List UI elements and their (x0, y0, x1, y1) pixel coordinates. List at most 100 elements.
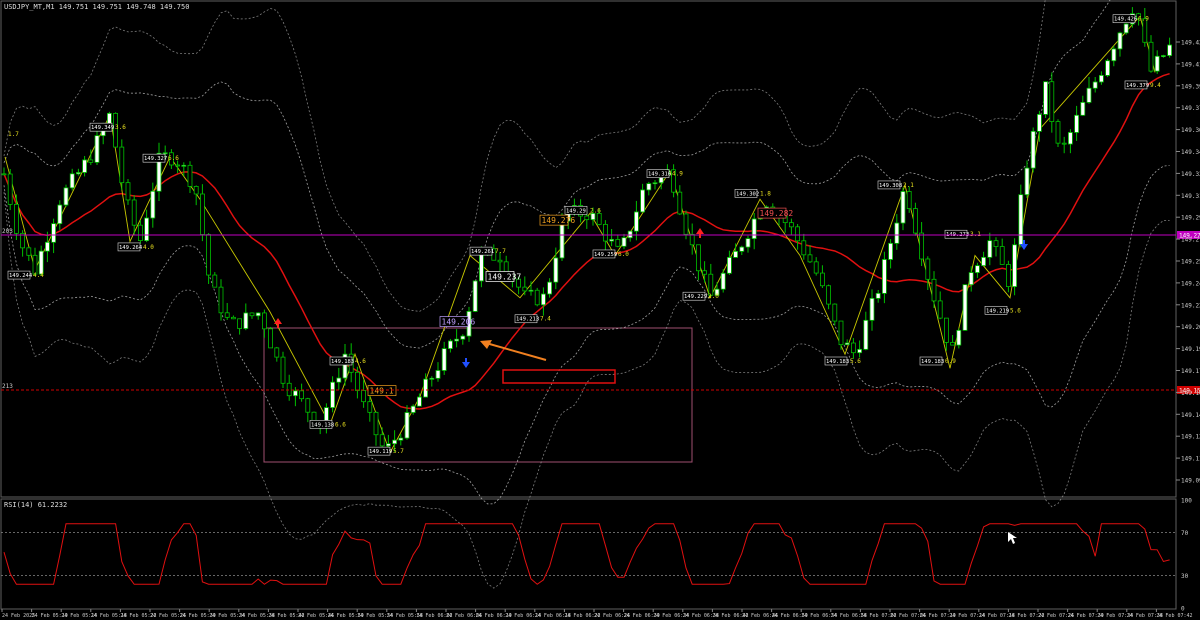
bear-candle (379, 434, 385, 447)
bear-candle (615, 239, 621, 247)
bull-candle (181, 164, 187, 167)
bear-candle (925, 258, 931, 280)
bull-candle (398, 437, 404, 441)
bull-candle (739, 246, 745, 252)
swing-label: 149.261 7.7 (469, 246, 506, 256)
bull-candle (1043, 81, 1048, 115)
bull-candle (547, 281, 552, 295)
bull-candle (1105, 60, 1110, 76)
swing-label-price: 149.302 (736, 191, 759, 197)
price-tick-label: 149.330 (1181, 171, 1200, 178)
bear-candle (299, 390, 305, 400)
bull-candle (404, 412, 410, 439)
bull-candle (392, 439, 398, 445)
bear-candle (807, 254, 813, 263)
swing-label-tag: 9.4 (1150, 82, 1161, 89)
swing-label-tag: 6.6 (335, 421, 346, 428)
swing-label-price: 149.213 (516, 317, 539, 323)
bear-candle (230, 316, 236, 320)
price-tick-label: 149.190 (1181, 346, 1200, 353)
bear-candle (119, 146, 125, 184)
bear-candle (708, 273, 714, 296)
bull-candle (1018, 194, 1024, 246)
bear-candle (274, 347, 280, 358)
bull-candle (57, 204, 63, 225)
bull-candle (1037, 114, 1042, 132)
bull-candle (621, 237, 627, 247)
bull-candle (869, 297, 875, 321)
bull-candle (441, 348, 447, 371)
bull-candle (69, 173, 75, 189)
swing-label: 149.183 0.9 (919, 356, 956, 366)
swing-label-price: 149.261 (471, 249, 494, 255)
swing-label-price: 149.379 (1126, 83, 1149, 89)
bear-candle (813, 261, 819, 274)
bear-candle (913, 208, 918, 234)
bull-candle (460, 335, 466, 340)
bull-candle (243, 312, 249, 329)
bear-candle (696, 244, 701, 272)
bull-candle (150, 190, 156, 219)
swing-label-tag: 5.6 (1010, 307, 1021, 314)
bull-candle (1074, 114, 1079, 133)
trading-chart[interactable]: USDJPY_MT,M1 149.751 149.751 149.748 149… (0, 0, 1200, 620)
bull-candle (844, 342, 850, 346)
callout-text: 149.237 (488, 272, 522, 281)
bear-candle (950, 342, 955, 346)
bear-candle (937, 300, 943, 319)
bear-candle (7, 173, 13, 205)
bull-candle (1024, 167, 1030, 196)
bear-candle (367, 401, 373, 413)
swing-label-price: 149.138 (311, 422, 334, 428)
price-tick-label: 149.390 (1181, 83, 1200, 90)
bull-candle (255, 312, 261, 317)
bear-candle (1006, 264, 1011, 287)
bull-candle (76, 172, 81, 175)
bear-candle (789, 222, 794, 228)
swing-label-price: 149.183 (921, 359, 944, 365)
bear-candle (603, 223, 608, 242)
bear-candle (683, 213, 689, 235)
rsi-label: RSI(14) 61.2232 (4, 501, 67, 509)
chart-root: USDJPY_MT,M1 149.751 149.751 149.748 149… (0, 0, 1200, 620)
left-marker-upper: 203 (2, 228, 13, 235)
swing-label-tag: 4.0 (143, 244, 154, 251)
swing-label-tag: 3.6 (115, 124, 126, 131)
bull-candle (1161, 55, 1166, 57)
bull-candle (975, 265, 980, 273)
bull-candle (590, 213, 596, 221)
bull-candle (956, 329, 962, 346)
bear-candle (193, 186, 199, 195)
bear-candle (286, 382, 292, 397)
bull-candle (1154, 55, 1160, 72)
price-tick-label: 149.160 (1181, 390, 1200, 397)
swing-label-price: 149.244 (9, 273, 33, 279)
bear-candle (1148, 41, 1154, 72)
bull-candle (875, 292, 881, 299)
swing-label: 149.259 6.0 (592, 249, 629, 259)
bear-candle (820, 272, 825, 287)
bull-candle (82, 159, 87, 173)
bull-candle (1167, 44, 1172, 56)
bull-candle (330, 381, 336, 408)
bear-candle (199, 193, 205, 235)
bull-candle (45, 241, 50, 252)
bear-candle (851, 342, 856, 354)
swing-label-tag: 7.7 (495, 248, 506, 255)
bull-candle (857, 348, 862, 354)
bull-candle (1099, 75, 1104, 83)
bull-candle (882, 259, 887, 294)
bear-candle (249, 312, 255, 317)
bear-candle (534, 289, 540, 306)
bull-candle (51, 223, 56, 243)
swing-label-tag: 6.9 (1138, 16, 1149, 23)
bull-candle (416, 396, 422, 407)
callout-text: 149.206 (442, 318, 476, 327)
bull-candle (429, 377, 435, 380)
swing-label: 149.138 6.6 (309, 420, 346, 429)
callout-text: 149.1 (370, 387, 394, 396)
swing-label-tag: 5.6 (850, 358, 861, 365)
swing-label: 149.219 5.6 (984, 305, 1021, 315)
swing-label-tag: 1.8 (760, 190, 771, 197)
bear-candle (218, 286, 224, 314)
